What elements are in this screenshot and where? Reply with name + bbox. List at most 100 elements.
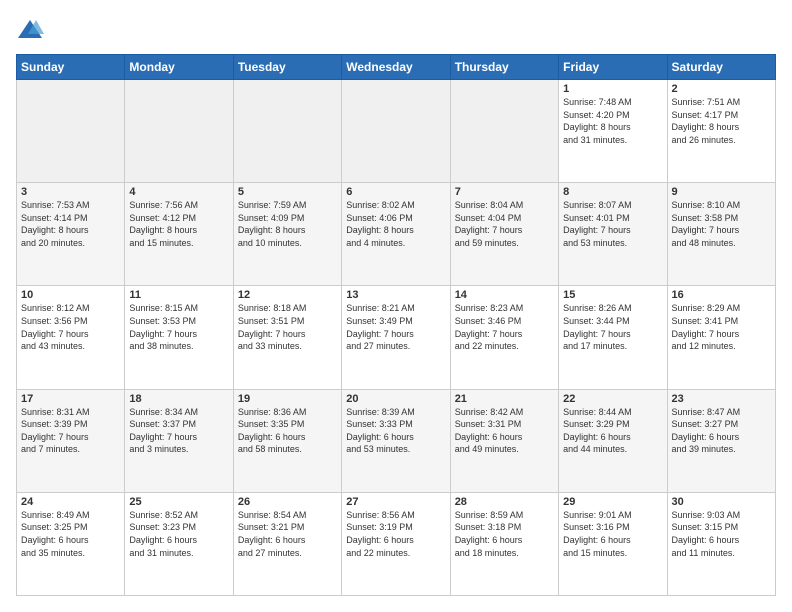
calendar-week-row: 1Sunrise: 7:48 AM Sunset: 4:20 PM Daylig… — [17, 80, 776, 183]
calendar-cell: 29Sunrise: 9:01 AM Sunset: 3:16 PM Dayli… — [559, 492, 667, 595]
day-info: Sunrise: 8:54 AM Sunset: 3:21 PM Dayligh… — [238, 509, 337, 559]
logo — [16, 16, 48, 44]
day-number: 25 — [129, 496, 228, 508]
day-number: 1 — [563, 83, 662, 95]
col-wednesday: Wednesday — [342, 55, 450, 80]
calendar-cell: 13Sunrise: 8:21 AM Sunset: 3:49 PM Dayli… — [342, 286, 450, 389]
col-monday: Monday — [125, 55, 233, 80]
calendar-header-row: Sunday Monday Tuesday Wednesday Thursday… — [17, 55, 776, 80]
day-info: Sunrise: 8:04 AM Sunset: 4:04 PM Dayligh… — [455, 199, 554, 249]
calendar-cell: 8Sunrise: 8:07 AM Sunset: 4:01 PM Daylig… — [559, 183, 667, 286]
calendar-week-row: 10Sunrise: 8:12 AM Sunset: 3:56 PM Dayli… — [17, 286, 776, 389]
day-info: Sunrise: 8:02 AM Sunset: 4:06 PM Dayligh… — [346, 199, 445, 249]
calendar-cell: 17Sunrise: 8:31 AM Sunset: 3:39 PM Dayli… — [17, 389, 125, 492]
calendar-page: Sunday Monday Tuesday Wednesday Thursday… — [0, 0, 792, 612]
calendar-cell: 20Sunrise: 8:39 AM Sunset: 3:33 PM Dayli… — [342, 389, 450, 492]
day-info: Sunrise: 8:23 AM Sunset: 3:46 PM Dayligh… — [455, 302, 554, 352]
calendar-cell: 23Sunrise: 8:47 AM Sunset: 3:27 PM Dayli… — [667, 389, 775, 492]
day-info: Sunrise: 7:56 AM Sunset: 4:12 PM Dayligh… — [129, 199, 228, 249]
day-number: 23 — [672, 393, 771, 405]
day-info: Sunrise: 8:36 AM Sunset: 3:35 PM Dayligh… — [238, 406, 337, 456]
calendar-week-row: 3Sunrise: 7:53 AM Sunset: 4:14 PM Daylig… — [17, 183, 776, 286]
col-friday: Friday — [559, 55, 667, 80]
calendar-cell: 27Sunrise: 8:56 AM Sunset: 3:19 PM Dayli… — [342, 492, 450, 595]
calendar-cell — [450, 80, 558, 183]
day-info: Sunrise: 8:44 AM Sunset: 3:29 PM Dayligh… — [563, 406, 662, 456]
day-info: Sunrise: 8:56 AM Sunset: 3:19 PM Dayligh… — [346, 509, 445, 559]
calendar-cell: 19Sunrise: 8:36 AM Sunset: 3:35 PM Dayli… — [233, 389, 341, 492]
calendar-cell: 9Sunrise: 8:10 AM Sunset: 3:58 PM Daylig… — [667, 183, 775, 286]
day-number: 22 — [563, 393, 662, 405]
calendar-table: Sunday Monday Tuesday Wednesday Thursday… — [16, 54, 776, 596]
calendar-cell: 24Sunrise: 8:49 AM Sunset: 3:25 PM Dayli… — [17, 492, 125, 595]
day-info: Sunrise: 8:15 AM Sunset: 3:53 PM Dayligh… — [129, 302, 228, 352]
calendar-cell: 3Sunrise: 7:53 AM Sunset: 4:14 PM Daylig… — [17, 183, 125, 286]
logo-icon — [16, 16, 44, 44]
col-sunday: Sunday — [17, 55, 125, 80]
day-number: 16 — [672, 289, 771, 301]
day-info: Sunrise: 8:12 AM Sunset: 3:56 PM Dayligh… — [21, 302, 120, 352]
day-info: Sunrise: 9:01 AM Sunset: 3:16 PM Dayligh… — [563, 509, 662, 559]
day-number: 12 — [238, 289, 337, 301]
col-tuesday: Tuesday — [233, 55, 341, 80]
day-info: Sunrise: 8:52 AM Sunset: 3:23 PM Dayligh… — [129, 509, 228, 559]
calendar-cell: 26Sunrise: 8:54 AM Sunset: 3:21 PM Dayli… — [233, 492, 341, 595]
day-info: Sunrise: 8:26 AM Sunset: 3:44 PM Dayligh… — [563, 302, 662, 352]
day-number: 2 — [672, 83, 771, 95]
day-number: 9 — [672, 186, 771, 198]
day-number: 26 — [238, 496, 337, 508]
day-number: 8 — [563, 186, 662, 198]
day-number: 13 — [346, 289, 445, 301]
day-info: Sunrise: 7:59 AM Sunset: 4:09 PM Dayligh… — [238, 199, 337, 249]
day-number: 29 — [563, 496, 662, 508]
calendar-cell: 5Sunrise: 7:59 AM Sunset: 4:09 PM Daylig… — [233, 183, 341, 286]
day-info: Sunrise: 8:29 AM Sunset: 3:41 PM Dayligh… — [672, 302, 771, 352]
day-number: 24 — [21, 496, 120, 508]
calendar-cell: 10Sunrise: 8:12 AM Sunset: 3:56 PM Dayli… — [17, 286, 125, 389]
day-info: Sunrise: 7:48 AM Sunset: 4:20 PM Dayligh… — [563, 96, 662, 146]
day-number: 21 — [455, 393, 554, 405]
day-number: 17 — [21, 393, 120, 405]
calendar-cell: 16Sunrise: 8:29 AM Sunset: 3:41 PM Dayli… — [667, 286, 775, 389]
calendar-cell: 4Sunrise: 7:56 AM Sunset: 4:12 PM Daylig… — [125, 183, 233, 286]
day-number: 18 — [129, 393, 228, 405]
calendar-cell: 12Sunrise: 8:18 AM Sunset: 3:51 PM Dayli… — [233, 286, 341, 389]
day-info: Sunrise: 8:34 AM Sunset: 3:37 PM Dayligh… — [129, 406, 228, 456]
calendar-cell — [17, 80, 125, 183]
day-info: Sunrise: 8:21 AM Sunset: 3:49 PM Dayligh… — [346, 302, 445, 352]
calendar-cell: 1Sunrise: 7:48 AM Sunset: 4:20 PM Daylig… — [559, 80, 667, 183]
day-info: Sunrise: 8:47 AM Sunset: 3:27 PM Dayligh… — [672, 406, 771, 456]
calendar-cell: 28Sunrise: 8:59 AM Sunset: 3:18 PM Dayli… — [450, 492, 558, 595]
calendar-cell: 15Sunrise: 8:26 AM Sunset: 3:44 PM Dayli… — [559, 286, 667, 389]
calendar-week-row: 24Sunrise: 8:49 AM Sunset: 3:25 PM Dayli… — [17, 492, 776, 595]
day-info: Sunrise: 8:31 AM Sunset: 3:39 PM Dayligh… — [21, 406, 120, 456]
day-number: 5 — [238, 186, 337, 198]
calendar-cell — [125, 80, 233, 183]
calendar-cell: 22Sunrise: 8:44 AM Sunset: 3:29 PM Dayli… — [559, 389, 667, 492]
day-info: Sunrise: 8:10 AM Sunset: 3:58 PM Dayligh… — [672, 199, 771, 249]
day-number: 6 — [346, 186, 445, 198]
day-info: Sunrise: 8:49 AM Sunset: 3:25 PM Dayligh… — [21, 509, 120, 559]
col-thursday: Thursday — [450, 55, 558, 80]
day-number: 19 — [238, 393, 337, 405]
day-number: 14 — [455, 289, 554, 301]
calendar-cell: 2Sunrise: 7:51 AM Sunset: 4:17 PM Daylig… — [667, 80, 775, 183]
day-info: Sunrise: 8:39 AM Sunset: 3:33 PM Dayligh… — [346, 406, 445, 456]
day-info: Sunrise: 8:59 AM Sunset: 3:18 PM Dayligh… — [455, 509, 554, 559]
calendar-week-row: 17Sunrise: 8:31 AM Sunset: 3:39 PM Dayli… — [17, 389, 776, 492]
day-number: 30 — [672, 496, 771, 508]
calendar-cell: 21Sunrise: 8:42 AM Sunset: 3:31 PM Dayli… — [450, 389, 558, 492]
day-number: 3 — [21, 186, 120, 198]
day-number: 20 — [346, 393, 445, 405]
day-info: Sunrise: 8:18 AM Sunset: 3:51 PM Dayligh… — [238, 302, 337, 352]
day-number: 4 — [129, 186, 228, 198]
day-info: Sunrise: 7:51 AM Sunset: 4:17 PM Dayligh… — [672, 96, 771, 146]
day-number: 28 — [455, 496, 554, 508]
day-number: 15 — [563, 289, 662, 301]
calendar-cell: 11Sunrise: 8:15 AM Sunset: 3:53 PM Dayli… — [125, 286, 233, 389]
calendar-cell: 7Sunrise: 8:04 AM Sunset: 4:04 PM Daylig… — [450, 183, 558, 286]
calendar-cell — [233, 80, 341, 183]
day-info: Sunrise: 7:53 AM Sunset: 4:14 PM Dayligh… — [21, 199, 120, 249]
page-header — [16, 16, 776, 44]
day-number: 7 — [455, 186, 554, 198]
